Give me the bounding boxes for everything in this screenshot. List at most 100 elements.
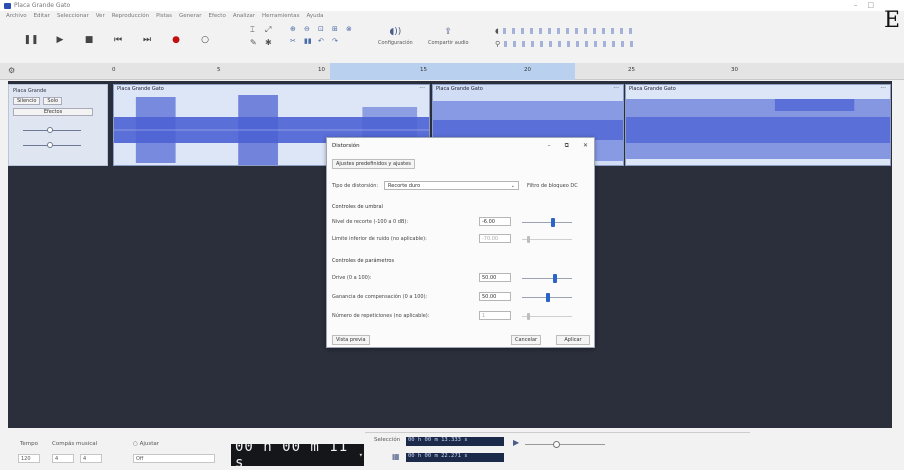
envelope-tool-icon[interactable]: ⤢ (265, 25, 276, 35)
clip-menu-icon[interactable]: ··· (880, 85, 886, 92)
selection-mode-icon[interactable]: ▦ (392, 452, 400, 461)
apply-button[interactable]: Aplicar (556, 335, 590, 345)
timeline-settings-icon[interactable]: ⚙ (8, 66, 15, 75)
clip-name[interactable]: Placa Grande Gato (117, 86, 164, 92)
play-button[interactable]: ▶ (51, 31, 69, 49)
makeup-gain-slider[interactable] (522, 293, 572, 302)
repeats-slider[interactable] (522, 313, 572, 320)
timeline-ruler[interactable]: ⚙ 0 5 10 15 20 25 30 (0, 63, 904, 80)
loop-button[interactable]: ○ (196, 31, 214, 49)
recording-meter-scale[interactable] (504, 41, 635, 47)
menu-help[interactable]: Ayuda (306, 13, 323, 19)
preview-button[interactable]: Vista previa (332, 335, 370, 345)
menu-effect[interactable]: Efecto (208, 13, 225, 19)
noise-floor-slider-thumb[interactable] (527, 236, 530, 243)
record-button[interactable]: ● (167, 31, 185, 49)
repeats-slider-thumb[interactable] (527, 313, 530, 320)
menu-tools[interactable]: Herramientas (262, 13, 299, 19)
snap-checkbox-icon: ○ (133, 441, 138, 447)
silence-icon[interactable]: ▮▮ (304, 37, 316, 45)
skip-start-button[interactable]: ⏮ (109, 31, 127, 49)
app-icon (4, 2, 11, 9)
trim-icon[interactable]: ✂ (290, 37, 302, 45)
repeats-input[interactable]: 1 (479, 311, 511, 320)
playback-meter-scale[interactable] (502, 28, 633, 34)
minimize-icon[interactable]: – (548, 142, 551, 150)
drive-slider-thumb[interactable] (553, 274, 557, 283)
clip-name[interactable]: Placa Grande Gato (436, 86, 483, 92)
noise-floor-slider[interactable] (522, 236, 572, 243)
share-audio-group[interactable]: ⇪ Compartir audio (428, 27, 469, 46)
window-title: Placa Grande Gato (14, 2, 71, 9)
menu-view[interactable]: Ver (96, 13, 105, 19)
gain-slider-knob[interactable] (47, 127, 53, 133)
mute-button[interactable]: Silencio (13, 97, 41, 105)
snap-label[interactable]: ○ Ajustar (133, 441, 159, 447)
time-display[interactable]: 00 h 00 m 11 s ▾ (231, 439, 364, 470)
noise-floor-input[interactable]: -70.00 (479, 234, 511, 243)
tempo-input[interactable]: 120 (18, 454, 40, 463)
makeup-gain-slider-thumb[interactable] (546, 293, 550, 302)
playback-meter[interactable]: ◖ (495, 27, 634, 35)
pan-slider[interactable] (23, 142, 81, 148)
zoom-toggle-icon[interactable]: ⊗ (346, 25, 358, 33)
close-icon[interactable]: ✕ (583, 142, 588, 150)
audio-setup-group[interactable]: ◖)) Configuración (378, 27, 413, 46)
gain-slider[interactable] (23, 127, 81, 133)
maximize-icon[interactable]: □ (867, 1, 874, 9)
clip-name[interactable]: Placa Grande Gato (629, 86, 676, 92)
presets-button[interactable]: Ajustes predefinidos y ajustes (332, 159, 415, 169)
recording-meter[interactable]: ⚲ (495, 40, 635, 48)
pin-icon[interactable]: ⧉ (565, 142, 569, 150)
cancel-button[interactable]: Cancelar (511, 335, 542, 345)
undo-icon[interactable]: ↶ (318, 37, 330, 45)
select-tool-icon[interactable]: ⌶ (250, 25, 261, 35)
play-at-speed-icon[interactable]: ▶ (513, 438, 519, 447)
menu-analyze[interactable]: Analizar (233, 13, 255, 19)
fit-project-icon[interactable]: ⊞ (332, 25, 344, 33)
menu-generate[interactable]: Generar (179, 13, 201, 19)
selection-start-time[interactable]: 00 h 00 m 13.333 s (406, 437, 504, 446)
minimize-icon[interactable]: – (854, 1, 858, 9)
snap-select[interactable]: Off (133, 454, 215, 463)
audio-clip[interactable]: Placa Grande Gato ··· (625, 84, 891, 166)
time-sig-numerator[interactable]: 4 (52, 454, 74, 463)
stop-button[interactable]: ■ (80, 31, 98, 49)
track-control-panel[interactable]: Placa Grande Silencio Solo Efectos (8, 84, 108, 166)
clip-level-label: Nivel de recorte (-100 a 0 dB): (332, 219, 409, 225)
timeline-tick: 10 (318, 67, 325, 73)
menu-edit[interactable]: Editar (34, 13, 50, 19)
menu-file[interactable]: Archivo (6, 13, 27, 19)
time-sig-denominator[interactable]: 4 (80, 454, 102, 463)
clip-level-slider[interactable] (522, 218, 572, 227)
dc-block-checkbox[interactable]: Filtro de bloqueo DC (527, 183, 578, 189)
audacity-window: Placa Grande Gato – □ E Archivo Editar S… (0, 0, 904, 470)
solo-button[interactable]: Solo (43, 97, 63, 105)
zoom-out-icon[interactable]: ⊖ (304, 25, 316, 33)
record-icon: ● (172, 35, 180, 45)
fit-selection-icon[interactable]: ⊡ (318, 25, 330, 33)
selection-end-time[interactable]: 00 h 00 m 22.271 s (406, 453, 504, 462)
track-name[interactable]: Placa Grande (13, 88, 46, 94)
multi-tool-icon[interactable]: ✱ (265, 38, 276, 47)
drive-input[interactable]: 50.00 (479, 273, 511, 282)
redo-icon[interactable]: ↷ (332, 37, 344, 45)
draw-tool-icon[interactable]: ✎ (250, 38, 261, 47)
pause-button[interactable]: ❚❚ (22, 31, 40, 49)
playback-speed-slider[interactable] (525, 441, 605, 448)
drive-slider[interactable] (522, 274, 572, 283)
makeup-gain-input[interactable]: 50.00 (479, 292, 511, 301)
clip-level-slider-thumb[interactable] (551, 218, 555, 227)
pan-slider-knob[interactable] (47, 142, 53, 148)
clip-menu-icon[interactable]: ··· (419, 85, 425, 92)
clip-menu-icon[interactable]: ··· (613, 85, 619, 92)
effects-button[interactable]: Efectos (13, 108, 93, 116)
playback-speed-knob[interactable] (553, 441, 560, 448)
menu-select[interactable]: Seleccionar (57, 13, 89, 19)
zoom-in-icon[interactable]: ⊕ (290, 25, 302, 33)
menu-tracks[interactable]: Pistas (156, 13, 172, 19)
clip-level-input[interactable]: -6.00 (479, 217, 511, 226)
distortion-type-select[interactable]: Recorte duro ⌄ (384, 181, 519, 190)
menu-transport[interactable]: Reproducción (112, 13, 149, 19)
skip-end-button[interactable]: ⏭ (138, 31, 156, 49)
